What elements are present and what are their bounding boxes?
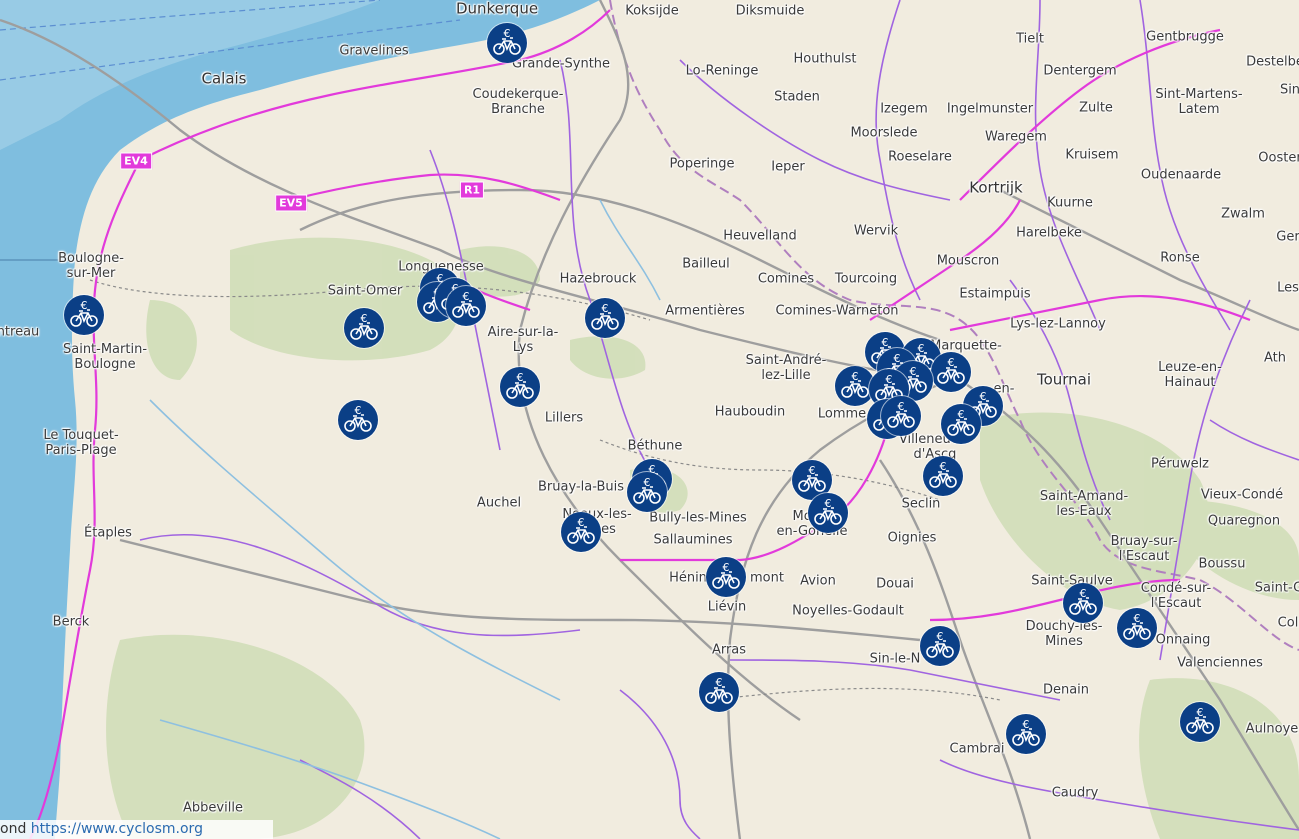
bike-rental-marker[interactable]: € [699, 672, 739, 712]
bike-rental-marker[interactable]: € [344, 308, 384, 348]
bicycle-euro-icon: € [926, 630, 954, 658]
bike-rental-marker[interactable]: € [941, 404, 981, 444]
svg-text:€: € [644, 476, 651, 489]
bike-rental-marker[interactable]: € [923, 456, 963, 496]
svg-text:€: € [463, 290, 470, 303]
bike-rental-marker[interactable]: € [446, 286, 486, 326]
bicycle-euro-icon: € [1186, 706, 1214, 734]
bike-rental-marker[interactable]: € [500, 367, 540, 407]
bike-rental-marker[interactable]: € [1006, 714, 1046, 754]
attribution-link[interactable]: https://www.cyclosm.org [31, 821, 203, 837]
bike-rental-marker[interactable]: € [561, 512, 601, 552]
bike-rental-marker[interactable]: € [706, 557, 746, 597]
bicycle-euro-icon: € [1123, 612, 1151, 640]
bicycle-euro-icon: € [705, 676, 733, 704]
svg-text:€: € [1197, 706, 1204, 719]
bike-rental-marker[interactable]: € [808, 493, 848, 533]
bike-rental-marker[interactable]: € [1180, 702, 1220, 742]
route-badge-ev4: EV4 [120, 152, 152, 170]
svg-text:€: € [940, 460, 947, 473]
bike-rental-marker[interactable]: € [1117, 608, 1157, 648]
svg-text:€: € [1080, 587, 1087, 600]
bicycle-euro-icon: € [887, 400, 915, 428]
bicycle-euro-icon: € [344, 404, 372, 432]
svg-text:€: € [355, 404, 362, 417]
bicycle-euro-icon: € [591, 302, 619, 330]
svg-text:€: € [517, 371, 524, 384]
bicycle-euro-icon: € [350, 312, 378, 340]
route-badge-ev5: EV5 [275, 194, 307, 212]
svg-text:€: € [716, 676, 723, 689]
map-canvas[interactable] [0, 0, 1299, 839]
svg-text:€: € [852, 370, 859, 383]
svg-text:€: € [578, 516, 585, 529]
bike-rental-marker[interactable]: € [64, 295, 104, 335]
svg-text:€: € [1023, 718, 1030, 731]
svg-text:€: € [1134, 612, 1141, 625]
svg-text:€: € [898, 400, 905, 413]
bicycle-euro-icon: € [947, 408, 975, 436]
map-attribution: ond https://www.cyclosm.org [0, 820, 273, 839]
svg-text:€: € [504, 27, 511, 40]
attribution-prefix: ond [0, 821, 31, 837]
svg-text:€: € [723, 561, 730, 574]
bike-rental-marker[interactable]: € [585, 298, 625, 338]
svg-text:€: € [948, 356, 955, 369]
svg-text:€: € [81, 299, 88, 312]
svg-text:€: € [958, 408, 965, 421]
svg-text:€: € [980, 390, 987, 403]
bike-rental-marker[interactable]: € [920, 626, 960, 666]
svg-text:€: € [361, 312, 368, 325]
bike-rental-marker[interactable]: € [338, 400, 378, 440]
bike-rental-marker[interactable]: € [627, 472, 667, 512]
bicycle-euro-icon: € [567, 516, 595, 544]
svg-text:€: € [918, 342, 925, 355]
bicycle-euro-icon: € [814, 497, 842, 525]
bicycle-euro-icon: € [506, 371, 534, 399]
bicycle-euro-icon: € [70, 299, 98, 327]
bicycle-euro-icon: € [633, 476, 661, 504]
bicycle-euro-icon: € [929, 460, 957, 488]
bike-rental-marker[interactable]: € [487, 23, 527, 63]
svg-text:€: € [809, 464, 816, 477]
bicycle-euro-icon: € [1012, 718, 1040, 746]
svg-text:€: € [937, 630, 944, 643]
svg-text:€: € [825, 497, 832, 510]
bike-rental-marker[interactable]: € [881, 396, 921, 436]
bicycle-euro-icon: € [712, 561, 740, 589]
svg-text:€: € [910, 365, 917, 378]
bicycle-euro-icon: € [493, 27, 521, 55]
bike-rental-marker[interactable]: € [1063, 583, 1103, 623]
bicycle-euro-icon: € [452, 290, 480, 318]
route-badge-r1: R1 [459, 181, 485, 199]
svg-text:€: € [602, 302, 609, 315]
svg-text:€: € [886, 373, 893, 386]
bicycle-euro-icon: € [1069, 587, 1097, 615]
